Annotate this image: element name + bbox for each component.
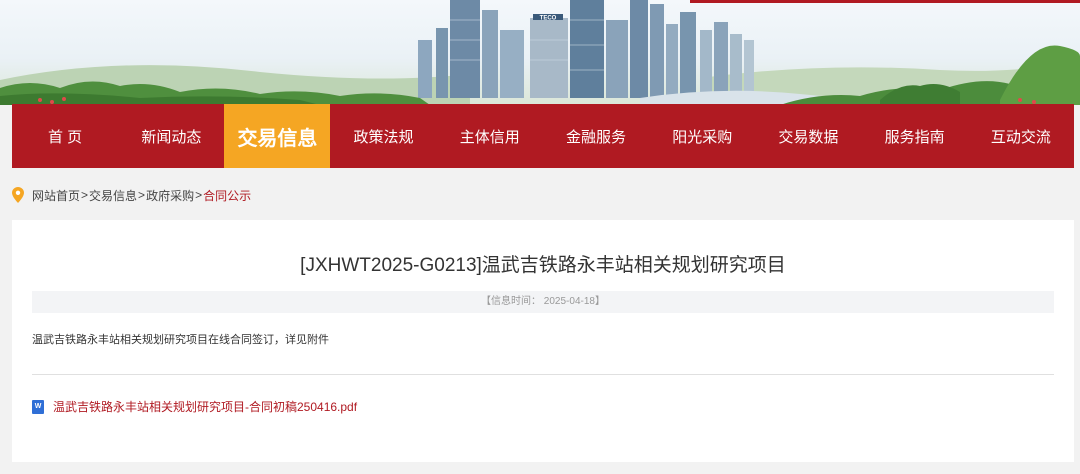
nav-item-home[interactable]: 首 页 xyxy=(12,104,118,168)
building-sign: TECO xyxy=(540,16,557,22)
divider xyxy=(32,374,1054,375)
breadcrumb-separator: > xyxy=(81,188,89,202)
main-nav: 首 页 新闻动态 交易信息 政策法规 主体信用 金融服务 阳光采购 交易数据 服… xyxy=(12,104,1074,168)
article-meta: 【信息时间： 2025-04-18】 xyxy=(32,291,1054,313)
city-skyline-illustration: TECO xyxy=(0,0,1080,105)
attachment-link[interactable]: W 温武吉铁路永丰站相关规划研究项目-合同初稿250416.pdf xyxy=(32,398,357,415)
nav-item-interaction[interactable]: 互动交流 xyxy=(968,104,1074,168)
breadcrumb-trading-info[interactable]: 交易信息 xyxy=(89,187,137,204)
location-pin-icon xyxy=(12,187,24,203)
breadcrumb-separator: > xyxy=(195,188,203,202)
nav-item-guide[interactable]: 服务指南 xyxy=(862,104,968,168)
nav-item-news[interactable]: 新闻动态 xyxy=(118,104,224,168)
nav-item-finance[interactable]: 金融服务 xyxy=(543,104,649,168)
breadcrumb-separator: > xyxy=(138,188,146,202)
nav-item-policy[interactable]: 政策法规 xyxy=(330,104,436,168)
breadcrumb-home[interactable]: 网站首页 xyxy=(32,187,80,204)
nav-item-credit[interactable]: 主体信用 xyxy=(437,104,543,168)
nav-item-procurement[interactable]: 阳光采购 xyxy=(649,104,755,168)
banner-accent-line xyxy=(690,0,1080,3)
breadcrumb-current[interactable]: 合同公示 xyxy=(203,187,251,204)
article-card: [JXHWT2025-G0213]温武吉铁路永丰站相关规划研究项目 【信息时间：… xyxy=(12,220,1074,462)
nav-item-trading-info[interactable]: 交易信息 xyxy=(224,104,331,168)
nav-item-data[interactable]: 交易数据 xyxy=(755,104,861,168)
article-title: [JXHWT2025-G0213]温武吉铁路永丰站相关规划研究项目 xyxy=(300,255,786,276)
header-banner: TECO xyxy=(0,0,1080,105)
attachment-name[interactable]: 温武吉铁路永丰站相关规划研究项目-合同初稿250416.pdf xyxy=(53,398,357,415)
breadcrumb: 网站首页 > 交易信息 > 政府采购 > 合同公示 xyxy=(12,185,251,205)
breadcrumb-procurement[interactable]: 政府采购 xyxy=(146,187,194,204)
word-file-icon: W xyxy=(32,399,44,414)
article-body: 温武吉铁路永丰站相关规划研究项目在线合同签订，详见附件 xyxy=(32,334,329,346)
